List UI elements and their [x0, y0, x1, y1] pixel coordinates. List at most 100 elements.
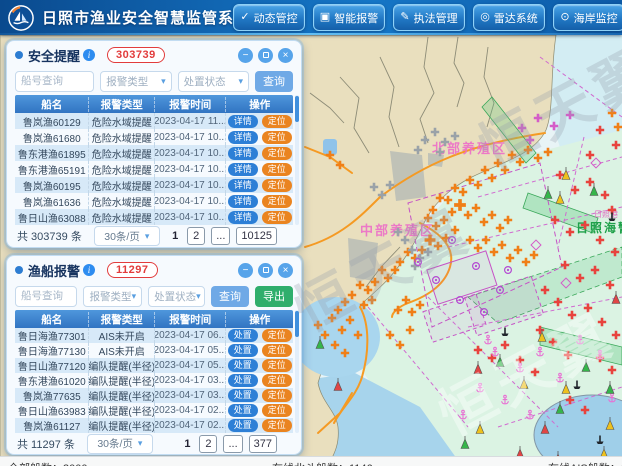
nav-item[interactable]: ⊙ 海岸监控	[553, 4, 622, 31]
handle-button[interactable]: 处置	[228, 344, 258, 357]
handle-button[interactable]: 处置	[228, 329, 258, 342]
page-last[interactable]: 10125	[236, 227, 277, 245]
nav-item-label: 执法管理	[414, 10, 458, 26]
safety-table-header: 船名 报警类型 报警时间 操作	[15, 95, 293, 113]
search-button[interactable]: 查询	[255, 71, 293, 92]
locate-button[interactable]: 定位	[262, 115, 292, 128]
locate-button[interactable]: 定位	[262, 374, 292, 387]
alarm-type-select[interactable]: 报警类型▾	[83, 286, 142, 307]
locate-button[interactable]: 定位	[262, 195, 292, 208]
table-row: 鲁岚渔61127 编队提醒(半径) 2023-04-17 02... 处置 定位	[15, 418, 293, 433]
page-last[interactable]: 377	[249, 435, 277, 453]
scrollbar-thumb[interactable]	[295, 96, 299, 122]
app-title: 日照市渔业安全智慧监管系统	[42, 7, 250, 28]
export-button[interactable]: 导出	[255, 286, 293, 307]
locate-button[interactable]: 定位	[262, 419, 292, 432]
status-total-ships: 全部船数：3000	[8, 460, 87, 466]
minimize-icon[interactable]: −	[238, 263, 253, 278]
detail-button[interactable]: 详情	[228, 131, 258, 144]
handle-status-select[interactable]: 处置状态▾	[178, 71, 249, 92]
cell-ship-name: 鲁岚渔60129	[15, 113, 88, 129]
ship-no-input[interactable]	[15, 71, 94, 92]
col-alarm-time: 报警时间	[154, 97, 225, 112]
cell-alarm-time: 2023-04-17 10...	[154, 129, 225, 145]
cell-alarm-time: 2023-04-17 02...	[154, 403, 225, 418]
page-current[interactable]: 1	[169, 230, 181, 242]
nav-item-label: 海岸监控	[574, 10, 618, 26]
page-current[interactable]: 1	[181, 438, 193, 450]
popout-icon[interactable]	[258, 263, 273, 278]
detail-button[interactable]: 详情	[228, 195, 258, 208]
panel-dot-icon	[15, 51, 23, 59]
detail-button[interactable]: 详情	[228, 179, 258, 192]
page-size-select[interactable]: 30条/页▾	[94, 226, 160, 246]
safety-footer: 共 303739 条 30条/页▾ 1 2 ... 10125	[7, 225, 301, 247]
locate-button[interactable]: 定位	[262, 329, 292, 342]
handle-button[interactable]: 处置	[228, 404, 258, 417]
nav-item[interactable]: ✓ 动态管控	[233, 4, 305, 31]
nav-item[interactable]: ✎ 执法管理	[393, 4, 465, 31]
table-row: 鲁东港渔65191 危险水域提醒 2023-04-17 10... 详情 定位	[15, 161, 293, 177]
chevron-down-icon: ▾	[161, 76, 166, 87]
page-2[interactable]: 2	[199, 435, 217, 453]
table-row: 鲁日山渔77120 编队提醒(半径) 2023-04-17 05... 处置 定…	[15, 358, 293, 373]
cell-alarm-type: 编队提醒(半径)	[88, 388, 154, 403]
cell-alarm-time: 2023-04-17 10...	[154, 145, 225, 161]
detail-button[interactable]: 详情	[228, 147, 258, 160]
cell-ship-name: 鲁岚渔77635	[15, 388, 88, 403]
handle-button[interactable]: 处置	[228, 389, 258, 402]
locate-button[interactable]: 定位	[262, 163, 292, 176]
locate-button[interactable]: 定位	[262, 389, 292, 402]
scrollbar-thumb[interactable]	[295, 311, 299, 337]
col-alarm-time: 报警时间	[154, 312, 225, 327]
close-icon[interactable]: ×	[278, 263, 293, 278]
locate-button[interactable]: 定位	[262, 344, 292, 357]
col-ship-name: 船名	[15, 312, 88, 327]
info-icon[interactable]: i	[83, 264, 95, 276]
popout-icon[interactable]	[258, 48, 273, 63]
nav-item-icon: ▣	[320, 12, 330, 23]
locate-button[interactable]: 定位	[262, 404, 292, 417]
close-icon[interactable]: ×	[278, 48, 293, 63]
handle-button[interactable]: 处置	[228, 359, 258, 372]
search-button[interactable]: 查询	[211, 286, 249, 307]
cell-ship-name: 鲁岚渔61636	[15, 193, 88, 209]
locate-button[interactable]: 定位	[262, 211, 292, 224]
locate-button[interactable]: 定位	[262, 147, 292, 160]
handle-button[interactable]: 处置	[228, 374, 258, 387]
detail-button[interactable]: 详情	[228, 115, 258, 128]
cell-ship-name: 鲁日山渔77120	[15, 358, 88, 373]
page-2[interactable]: 2	[187, 227, 205, 245]
locate-button[interactable]: 定位	[262, 179, 292, 192]
cell-ship-name: 鲁东港渔65191	[15, 161, 88, 177]
ship-no-input[interactable]	[15, 286, 77, 307]
ship-no-input-field[interactable]	[21, 290, 71, 302]
minimize-icon[interactable]: −	[238, 48, 253, 63]
table-row: 鲁岚渔60195 危险水域提醒 2023-04-17 10... 详情 定位	[15, 177, 293, 193]
page-ellipsis[interactable]: ...	[211, 227, 230, 245]
cell-alarm-type: AIS未开启	[88, 343, 154, 358]
page-size-select[interactable]: 30条/页▾	[87, 434, 153, 454]
table-row: 鲁日海渔77301 AIS未开启 2023-04-17 06... 处置 定位	[15, 328, 293, 343]
total-count: 共 303739 条	[17, 228, 82, 244]
locate-button[interactable]: 定位	[262, 359, 292, 372]
safety-count-badge: 303739	[107, 47, 165, 63]
locate-button[interactable]: 定位	[262, 131, 292, 144]
nav-item-icon: ◎	[480, 12, 490, 23]
alarm-filters: 报警类型▾ 处置状态▾ 查询 导出	[7, 282, 301, 310]
total-count: 共 11297 条	[17, 436, 75, 452]
ship-no-input-field[interactable]	[21, 75, 88, 87]
nav-item[interactable]: ▣ 智能报警	[313, 4, 385, 31]
pagination: 1 2 ... 10125	[169, 227, 277, 245]
alarm-type-select[interactable]: 报警类型▾	[100, 71, 171, 92]
handle-status-select[interactable]: 处置状态▾	[148, 286, 205, 307]
info-icon[interactable]: i	[83, 49, 95, 61]
table-row: 鲁岚渔61636 危险水域提醒 2023-04-17 10... 详情 定位	[15, 193, 293, 209]
alarm-table-header: 船名 报警类型 报警时间 操作	[15, 310, 293, 328]
nav-item[interactable]: ◎ 雷达系统	[473, 4, 545, 31]
detail-button[interactable]: 详情	[228, 163, 258, 176]
handle-button[interactable]: 处置	[228, 419, 258, 432]
chevron-down-icon: ▾	[196, 291, 201, 302]
page-ellipsis[interactable]: ...	[223, 435, 242, 453]
detail-button[interactable]: 详情	[228, 211, 258, 224]
